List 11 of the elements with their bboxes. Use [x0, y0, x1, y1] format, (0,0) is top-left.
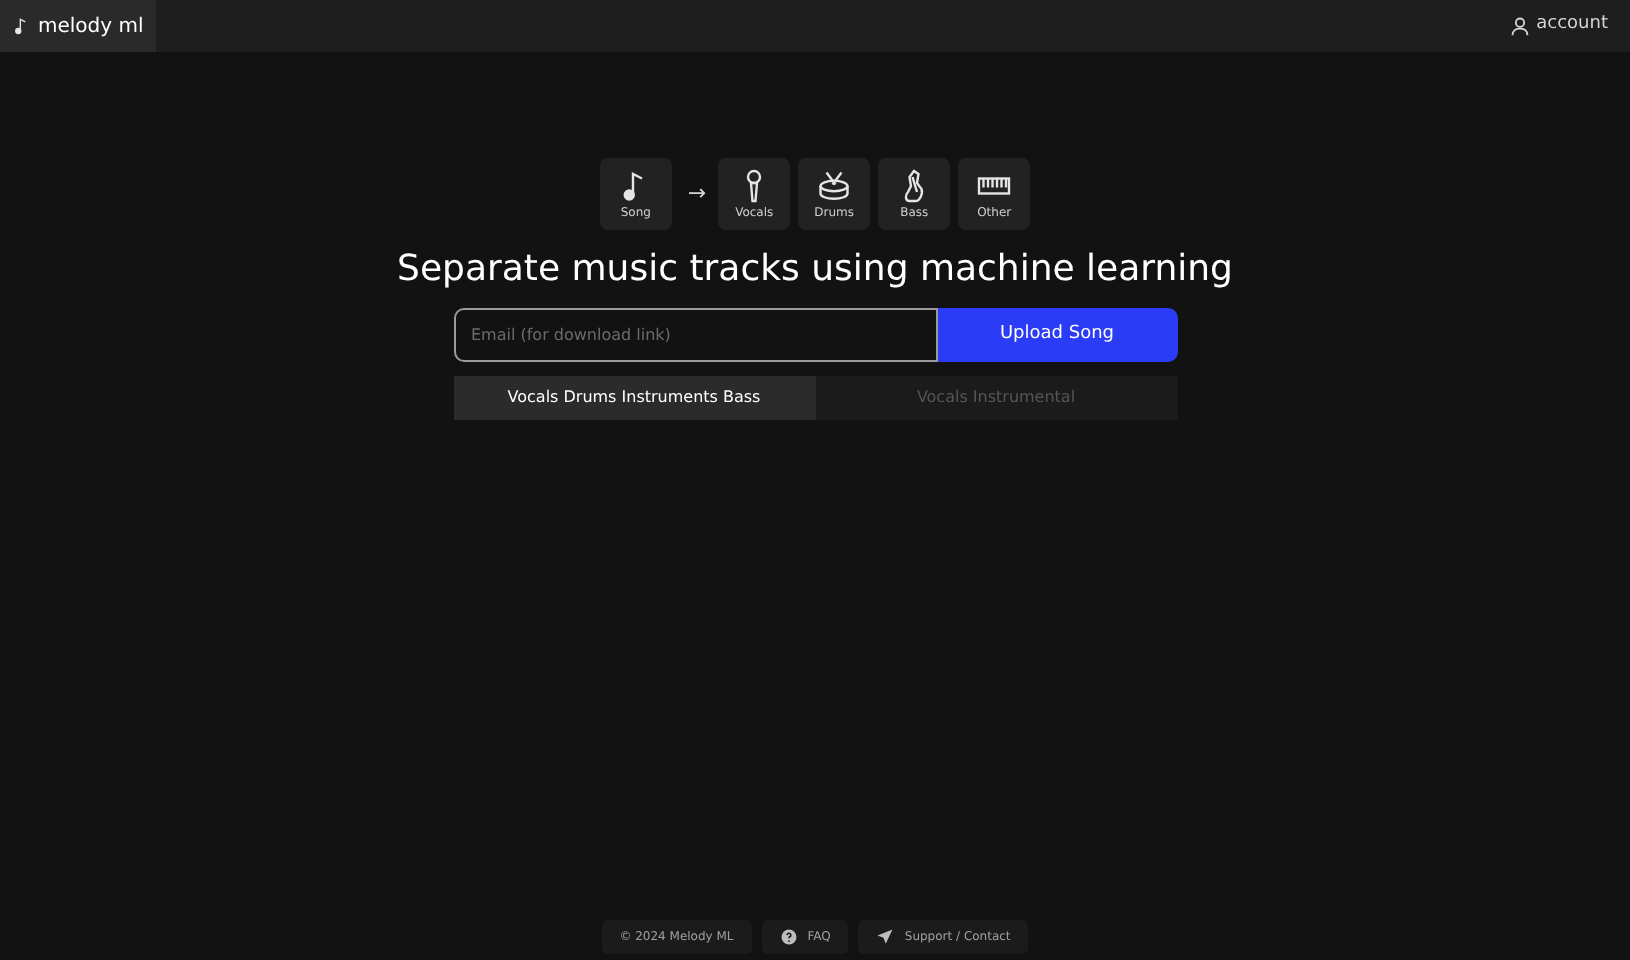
headline: Separate music tracks using machine learning — [397, 246, 1233, 294]
arrow-glyph: → — [687, 177, 707, 210]
drum-icon — [816, 168, 853, 204]
mode-tab[interactable]: Vocals Drums Instruments Bass — [453, 376, 815, 420]
user-icon — [1510, 16, 1531, 36]
help-icon — [779, 928, 798, 946]
email-field[interactable]: Email (for download link) — [453, 308, 937, 362]
account-link[interactable]: account — [1510, 12, 1630, 40]
home-link[interactable]: melody ml — [0, 0, 156, 52]
upload-button[interactable]: Upload Song — [937, 308, 1177, 362]
paper-plane-icon — [876, 928, 895, 946]
